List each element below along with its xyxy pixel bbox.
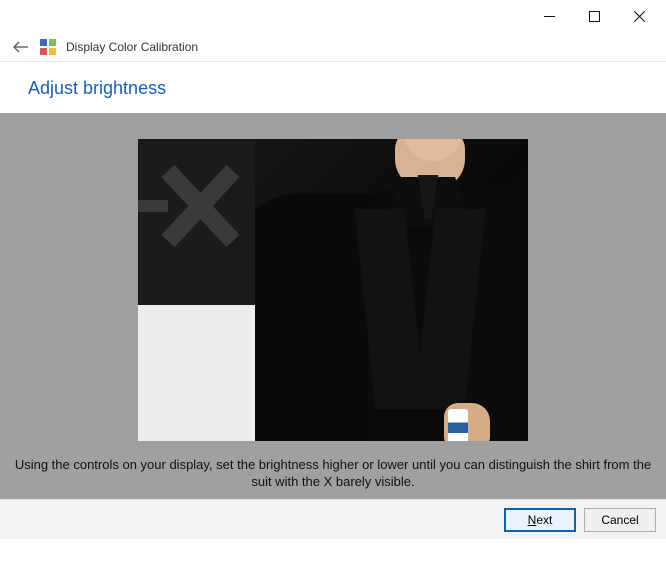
content-area: Using the controls on your display, set … xyxy=(0,113,666,499)
header: Display Color Calibration xyxy=(0,32,666,62)
footer: Next Cancel xyxy=(0,499,666,539)
app-title: Display Color Calibration xyxy=(66,40,198,54)
next-button-rest: ext xyxy=(536,513,552,527)
sample-image-right xyxy=(255,139,528,441)
page-title: Adjust brightness xyxy=(0,62,666,113)
app-icon xyxy=(40,39,56,55)
sample-image-left xyxy=(138,139,255,441)
calibration-sample-image xyxy=(138,139,528,441)
next-button[interactable]: Next xyxy=(504,508,576,532)
instruction-text: Using the controls on your display, set … xyxy=(0,448,666,491)
cancel-button[interactable]: Cancel xyxy=(584,508,656,532)
close-button[interactable] xyxy=(617,1,662,31)
x-mark-icon xyxy=(138,161,255,251)
minimize-button[interactable] xyxy=(527,1,572,31)
back-arrow-icon[interactable] xyxy=(12,38,30,56)
window-titlebar xyxy=(0,0,666,32)
cancel-button-label: Cancel xyxy=(601,513,638,527)
maximize-button[interactable] xyxy=(572,1,617,31)
